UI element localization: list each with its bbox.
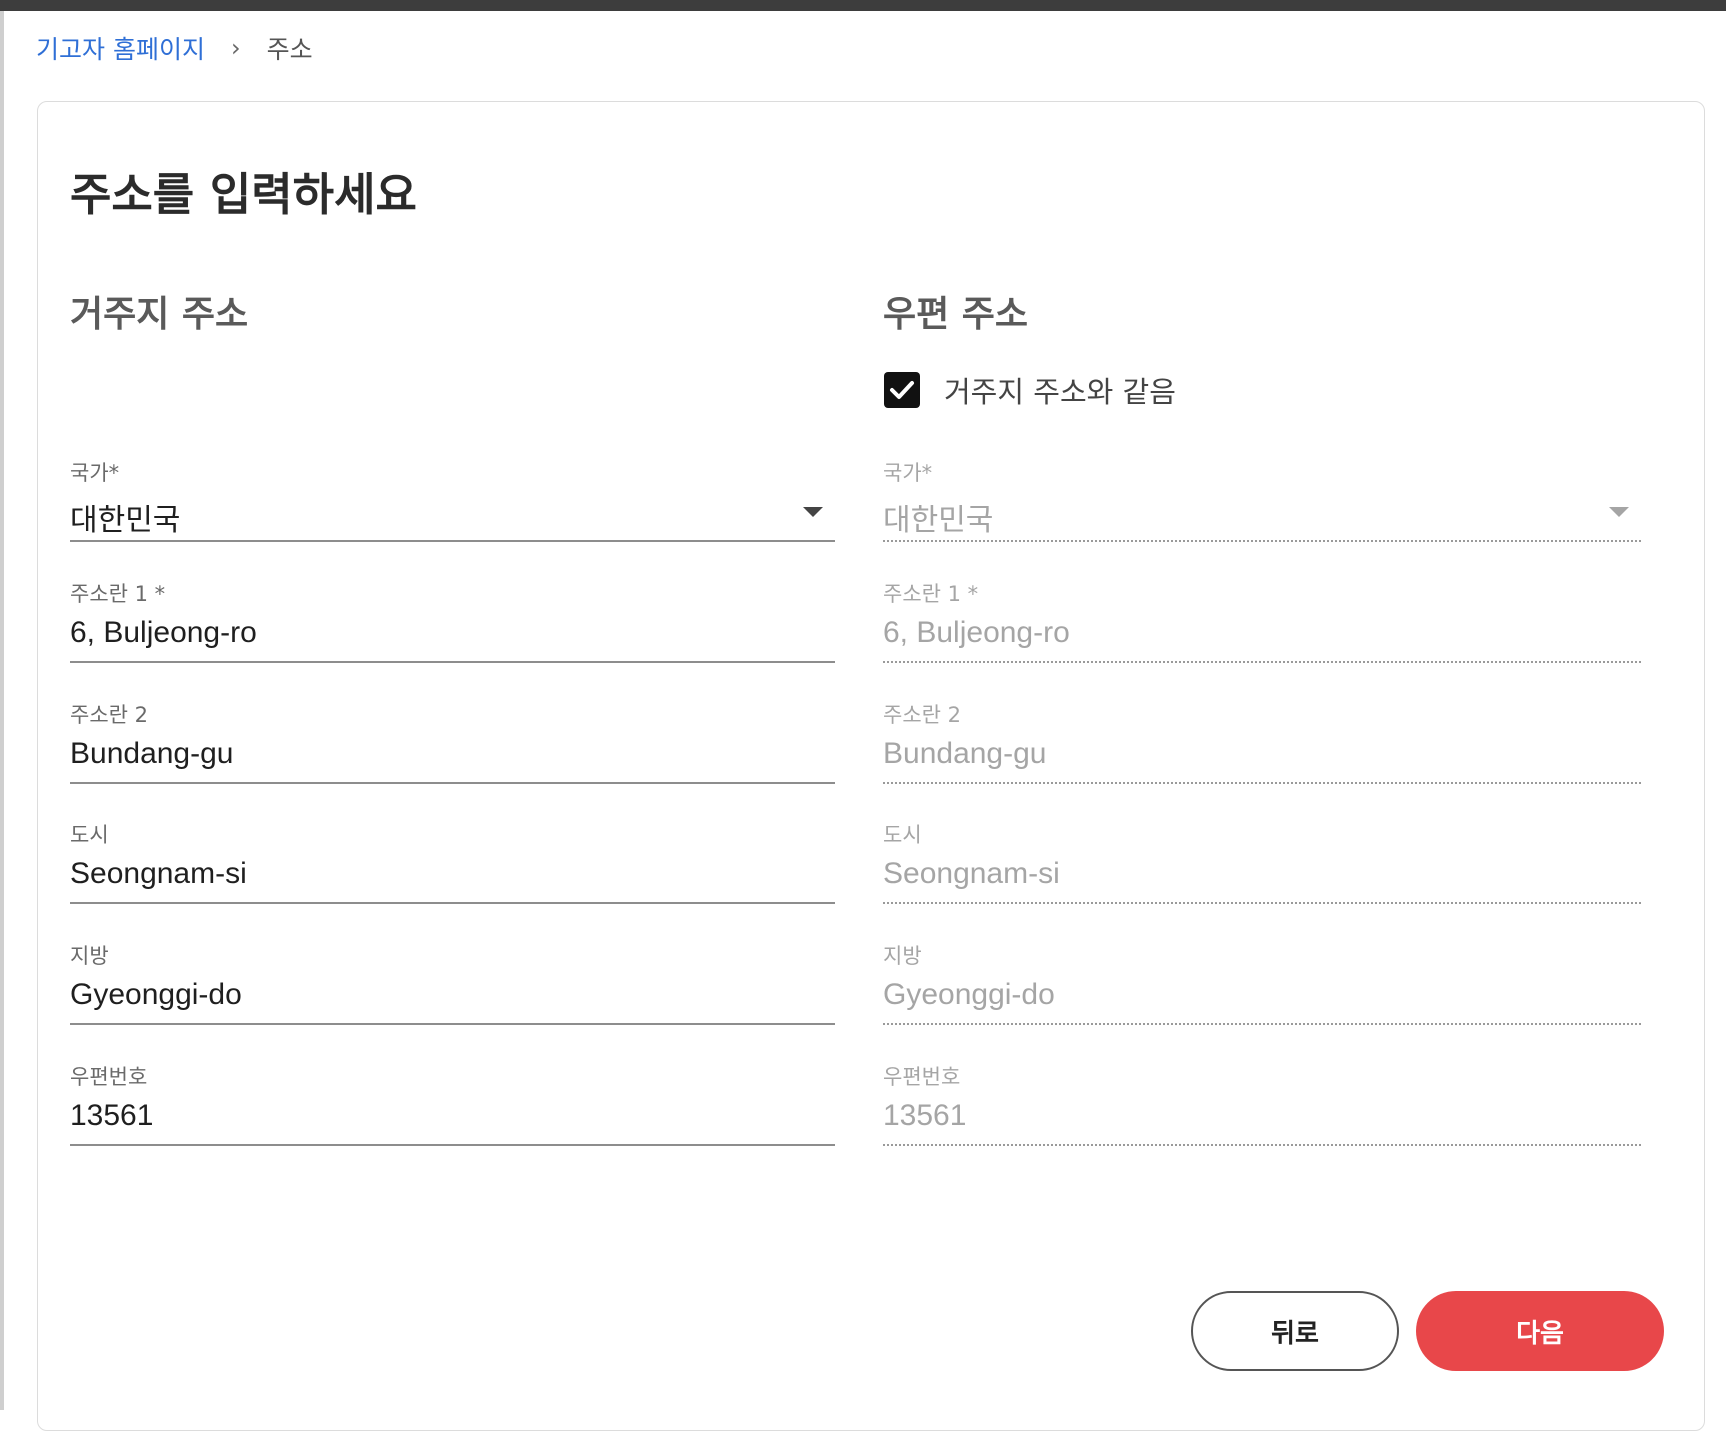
field-value: 13561 <box>883 1099 967 1132</box>
same-as-residential-row[interactable]: 거주지 주소와 같음 <box>884 369 1176 411</box>
same-as-residential-label: 거주지 주소와 같음 <box>944 375 1176 409</box>
field-underline <box>70 540 835 542</box>
field-underline <box>70 1023 835 1025</box>
field-value: Gyeonggi-do <box>883 978 1055 1011</box>
breadcrumb-home-link[interactable]: 기고자 홈페이지 <box>36 30 205 66</box>
back-button[interactable]: 뒤로 <box>1191 1291 1399 1371</box>
field-underline <box>70 902 835 904</box>
mailing-address-title: 우편 주소 <box>883 294 1029 335</box>
residential-region-input[interactable]: 지방 Gyeonggi-do <box>70 940 835 1050</box>
caret-down-icon <box>1609 507 1629 517</box>
mailing-address-line2-input: 주소란 2 Bundang-gu <box>883 699 1641 809</box>
field-underline <box>883 902 1641 904</box>
caret-down-icon[interactable] <box>803 507 823 517</box>
mailing-address-line1-input: 주소란 1 * 6, Buljeong-ro <box>883 578 1641 688</box>
page-title: 주소를 입력하세요 <box>70 168 417 221</box>
field-label: 주소란 1 * <box>70 582 166 606</box>
field-label: 주소란 1 * <box>883 582 979 606</box>
window-left-edge <box>0 11 4 1410</box>
window-top-bar <box>0 0 1726 11</box>
field-value: 대한민국 <box>70 503 181 538</box>
next-button[interactable]: 다음 <box>1416 1291 1664 1371</box>
field-label: 우편번호 <box>70 1065 148 1089</box>
residential-postal-code-input[interactable]: 우편번호 13561 <box>70 1061 835 1171</box>
residential-city-input[interactable]: 도시 Seongnam-si <box>70 819 835 929</box>
residential-country-select[interactable]: 국가* 대한민국 <box>70 457 835 567</box>
field-label: 국가* <box>70 461 120 485</box>
field-label: 도시 <box>883 823 922 847</box>
field-value: Gyeonggi-do <box>70 978 242 1011</box>
field-underline <box>883 1144 1641 1146</box>
residential-address-line1-input[interactable]: 주소란 1 * 6, Buljeong-ro <box>70 578 835 688</box>
mailing-city-input: 도시 Seongnam-si <box>883 819 1641 929</box>
field-label: 주소란 2 <box>70 703 148 727</box>
same-as-residential-checkbox[interactable] <box>884 372 920 408</box>
mailing-region-input: 지방 Gyeonggi-do <box>883 940 1641 1050</box>
field-underline <box>883 1023 1641 1025</box>
residential-address-line2-input[interactable]: 주소란 2 Bundang-gu <box>70 699 835 809</box>
field-underline <box>70 782 835 784</box>
field-underline <box>883 782 1641 784</box>
mailing-country-select: 국가* 대한민국 <box>883 457 1641 567</box>
field-value: 대한민국 <box>883 503 994 538</box>
field-label: 지방 <box>70 944 109 968</box>
field-underline <box>70 661 835 663</box>
field-value: Bundang-gu <box>883 737 1047 770</box>
field-value: Bundang-gu <box>70 737 234 770</box>
check-icon <box>890 381 914 399</box>
residential-address-title: 거주지 주소 <box>70 294 249 335</box>
field-underline <box>883 661 1641 663</box>
field-value: Seongnam-si <box>883 857 1060 890</box>
field-label: 도시 <box>70 823 109 847</box>
field-label: 주소란 2 <box>883 703 961 727</box>
field-value: 6, Buljeong-ro <box>70 616 257 649</box>
mailing-postal-code-input: 우편번호 13561 <box>883 1061 1641 1171</box>
field-value: 6, Buljeong-ro <box>883 616 1070 649</box>
field-label: 우편번호 <box>883 1065 961 1089</box>
field-underline <box>883 540 1641 542</box>
breadcrumb-separator-icon: › <box>230 34 241 62</box>
field-underline <box>70 1144 835 1146</box>
field-value: Seongnam-si <box>70 857 247 890</box>
field-label: 지방 <box>883 944 922 968</box>
breadcrumb: 기고자 홈페이지 › 주소 <box>36 30 313 66</box>
breadcrumb-current: 주소 <box>266 35 313 64</box>
field-value: 13561 <box>70 1099 154 1132</box>
field-label: 국가* <box>883 461 933 485</box>
